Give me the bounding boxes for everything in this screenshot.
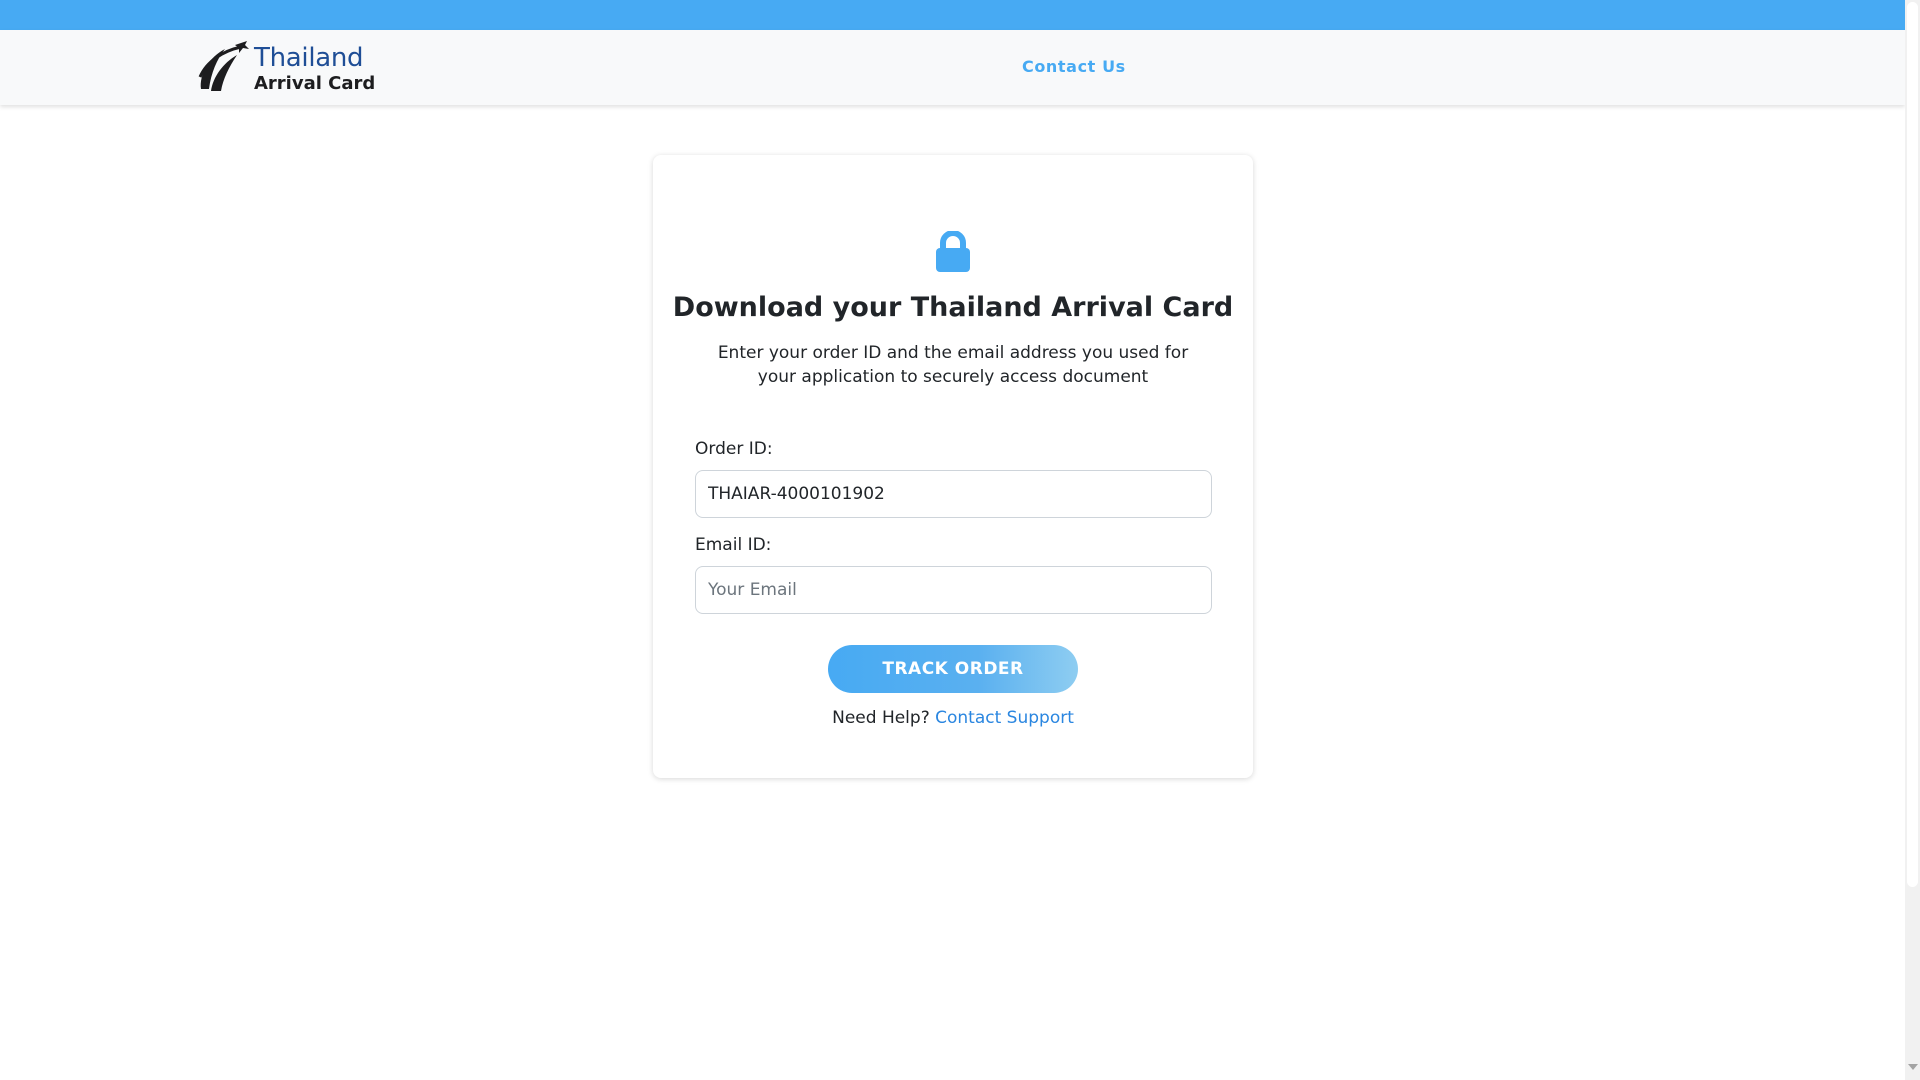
order-id-label: Order ID: [695,439,773,459]
help-text: Need Help? [832,708,930,728]
top-accent-bar [0,0,1905,30]
brand-name-line2: Arrival Card [254,73,376,94]
plane-logo-icon [198,41,249,91]
scrollbar-thumb[interactable] [1907,2,1918,887]
contact-support-link[interactable]: Contact Support [935,708,1074,728]
page-scrollbar[interactable] [1905,0,1920,1080]
scroll-down-icon[interactable] [1908,1064,1918,1070]
lock-icon [936,231,970,272]
track-order-button[interactable]: TRACK ORDER [828,645,1078,693]
page-description: Enter your order ID and the email addres… [717,343,1189,387]
help-row: Need Help? Contact Support [653,708,1253,728]
email-id-label: Email ID: [695,535,772,555]
brand-logo[interactable]: Thailand Arrival Card [195,39,385,95]
download-card: Download your Thailand Arrival Card Ente… [653,155,1253,778]
brand-name-line1: Thailand [254,43,364,73]
page-title: Download your Thailand Arrival Card [672,292,1234,323]
email-input[interactable] [695,566,1212,614]
order-id-input[interactable] [695,470,1212,518]
nav-contact-us[interactable]: Contact Us [1022,57,1126,76]
site-header: Thailand Arrival Card Contact Us [0,30,1905,105]
